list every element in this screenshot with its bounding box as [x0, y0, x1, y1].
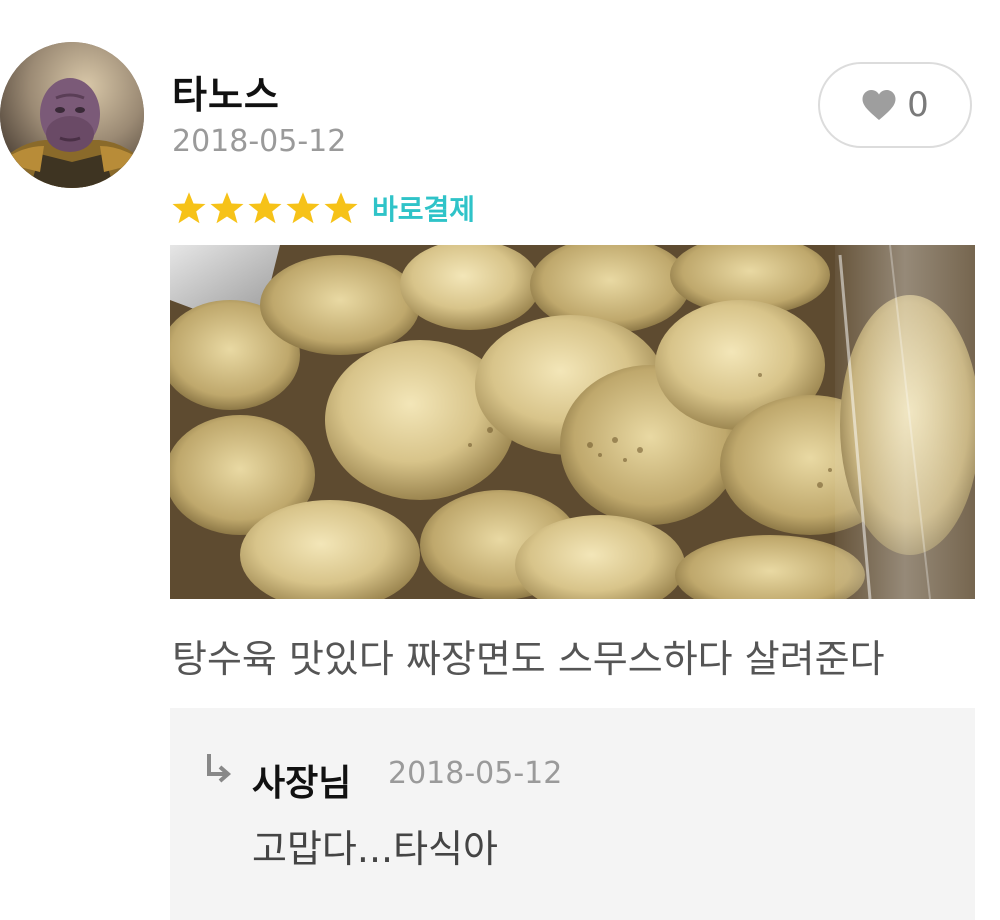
star-icon	[324, 192, 358, 224]
review-date: 2018-05-12	[172, 124, 347, 159]
review-photo[interactable]	[170, 245, 975, 599]
reply-author: 사장님	[252, 763, 352, 804]
rating-row: 바로결제	[170, 188, 475, 228]
star-rating	[170, 190, 360, 226]
star-icon	[210, 192, 244, 224]
like-button[interactable]: 0	[818, 62, 972, 148]
review-author: 타노스	[172, 73, 280, 117]
avatar-image	[0, 42, 144, 188]
review-text: 탕수육 맛있다 짜장면도 스무스하다 살려준다	[172, 637, 885, 681]
star-icon	[172, 192, 206, 224]
star-icon	[286, 192, 320, 224]
reply-date: 2018-05-12	[388, 756, 563, 791]
reply-text: 고맙다...타식아	[252, 827, 498, 871]
avatar[interactable]	[0, 42, 144, 188]
food-photo-icon	[170, 245, 975, 599]
payment-badge: 바로결제	[372, 193, 476, 226]
reply-arrow-icon	[207, 754, 232, 783]
star-icon	[248, 192, 282, 224]
owner-reply: 사장님 2018-05-12 고맙다...타식아	[170, 708, 975, 920]
heart-icon	[862, 90, 896, 120]
like-count: 0	[907, 85, 929, 125]
